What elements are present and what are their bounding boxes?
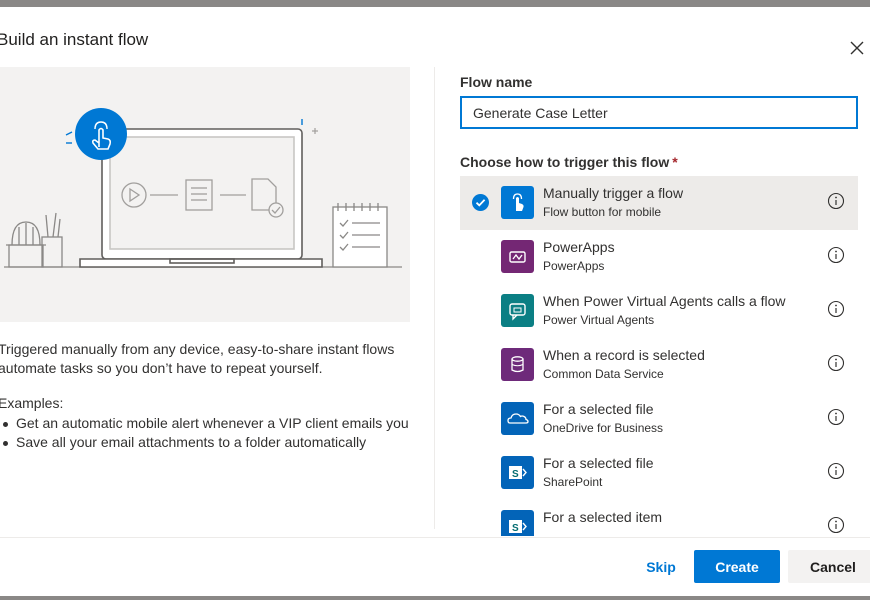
sharepoint-icon: S [501, 510, 534, 536]
trigger-option-onedrive-file[interactable]: For a selected file OneDrive for Busines… [460, 392, 858, 446]
build-instant-flow-dialog: Build an instant flow Triggered manually… [0, 7, 870, 596]
cactus-icon [6, 221, 46, 268]
list-item: Get an automatic mobile alert whenever a… [0, 414, 410, 433]
info-icon[interactable] [827, 300, 845, 318]
powerapps-icon [501, 240, 534, 273]
trigger-connector: OneDrive for Business [543, 421, 664, 435]
trigger-option-manually[interactable]: Manually trigger a flow Flow button for … [460, 176, 858, 230]
checklist-icon [332, 203, 388, 268]
info-icon[interactable] [827, 354, 845, 372]
trigger-connector: Flow button for mobile [543, 205, 662, 219]
examples-heading: Examples: [0, 395, 64, 411]
trigger-name: When a record is selected [543, 347, 705, 363]
footer-divider [0, 537, 870, 538]
flow-name-label: Flow name [460, 74, 533, 90]
trigger-connector: Common Data Service [543, 367, 664, 381]
instant-flow-illustration [0, 67, 410, 322]
info-icon[interactable] [827, 408, 845, 426]
database-icon [501, 348, 534, 381]
trigger-option-record-selected[interactable]: When a record is selected Common Data Se… [460, 338, 858, 392]
panel-divider [434, 67, 435, 529]
close-icon[interactable] [846, 37, 868, 59]
trigger-name: For a selected file [543, 401, 654, 417]
trigger-option-sharepoint-item[interactable]: S For a selected item [460, 500, 858, 536]
touch-icon [501, 186, 534, 219]
trigger-option-power-virtual-agents[interactable]: When Power Virtual Agents calls a flow P… [460, 284, 858, 338]
info-icon[interactable] [827, 246, 845, 264]
trigger-label: Choose how to trigger this flow * [460, 154, 678, 170]
checkmark-icon [472, 194, 489, 211]
info-icon[interactable] [827, 462, 845, 480]
skip-button[interactable]: Skip [630, 550, 692, 583]
touch-icon [75, 108, 127, 160]
cancel-button[interactable]: Cancel [788, 550, 870, 583]
trigger-name: When Power Virtual Agents calls a flow [543, 293, 786, 309]
chat-bot-icon [501, 294, 534, 327]
trigger-name: For a selected item [543, 509, 663, 525]
examples-list: Get an automatic mobile alert whenever a… [0, 414, 410, 452]
trigger-list[interactable]: Manually trigger a flow Flow button for … [460, 176, 858, 536]
pencil-cup-icon [41, 212, 63, 268]
trigger-connector: SharePoint [543, 475, 603, 489]
info-icon[interactable] [827, 516, 845, 534]
sharepoint-icon: S [501, 456, 534, 489]
flow-description: Triggered manually from any device, easy… [0, 341, 395, 376]
svg-text:S: S [512, 469, 519, 480]
info-icon[interactable] [827, 192, 845, 210]
trigger-name: For a selected file [543, 455, 654, 471]
trigger-name: Manually trigger a flow [543, 185, 684, 201]
dialog-title: Build an instant flow [0, 30, 149, 49]
trigger-name: PowerApps [543, 239, 615, 255]
trigger-connector: PowerApps [543, 259, 605, 273]
trigger-option-powerapps[interactable]: PowerApps PowerApps [460, 230, 858, 284]
trigger-connector: Power Virtual Agents [543, 313, 655, 327]
create-button[interactable]: Create [694, 550, 780, 583]
flow-name-input[interactable] [460, 96, 858, 129]
onedrive-icon [501, 402, 534, 435]
svg-text:S: S [512, 523, 519, 534]
trigger-option-sharepoint-file[interactable]: S For a selected file SharePoint [460, 446, 858, 500]
required-marker: * [672, 154, 678, 170]
list-item: Save all your email attachments to a fol… [0, 433, 410, 452]
